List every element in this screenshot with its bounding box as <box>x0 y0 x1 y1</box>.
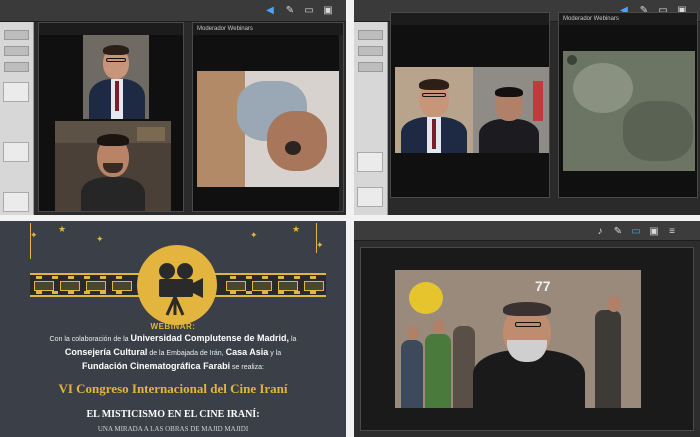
participant-video <box>395 67 549 153</box>
camera-icon[interactable]: ▭ <box>630 226 642 237</box>
sidebar-row[interactable] <box>358 62 383 72</box>
scrollbar[interactable] <box>339 35 343 211</box>
mic-icon[interactable]: ✎ <box>284 5 296 16</box>
sidebar-row[interactable] <box>358 30 383 40</box>
shared-image-hands <box>197 71 341 187</box>
screen-share-icon[interactable]: ▣ <box>648 226 660 237</box>
star-icon: ✦ <box>30 230 38 240</box>
poster-line-3: Fundación Cinematográfica Farabi se real… <box>82 361 264 371</box>
conference-toolbar: ♪ ✎ ▭ ▣ ≡ <box>354 221 700 241</box>
poster-subtitle: EL MISTICISMO EN EL CINE IRANÍ: <box>86 409 260 420</box>
conference-window-top-right: ◀ ✎ ▭ ▣ Moderador Webinars <box>354 0 700 215</box>
pane-title: Moderador Webinars <box>559 13 697 25</box>
moderator-pane: Moderador Webinars <box>192 22 344 212</box>
star-icon: ✦ <box>96 234 104 244</box>
film-camera-icon <box>159 263 203 316</box>
participant-video <box>55 121 171 211</box>
speaker-pane: 77 <box>360 247 694 431</box>
pane-title <box>391 13 549 25</box>
star-icon: ✦ <box>250 230 258 240</box>
menu-icon[interactable]: ≡ <box>666 226 678 237</box>
participants-sidebar <box>354 22 388 215</box>
speaker-icon[interactable]: ◀ <box>264 5 276 16</box>
participant-video <box>83 35 149 119</box>
pane-title <box>39 23 183 35</box>
congress-title: VI Congreso Internacional del Cine Iraní <box>58 381 288 396</box>
camera-pane <box>390 12 550 198</box>
shared-image-landscape <box>563 51 695 171</box>
screen-share-icon[interactable]: ▣ <box>322 5 334 16</box>
participant-video: 77 <box>395 270 641 408</box>
camera-pane <box>38 22 184 212</box>
participants-sidebar <box>0 22 34 215</box>
audio-icon[interactable]: ♪ <box>594 226 606 237</box>
conference-window-top-left: ◀ ✎ ▭ ▣ Moderador Webinars <box>0 0 346 215</box>
sidebar-slot[interactable] <box>3 192 29 212</box>
poster-line-2: Consejería Cultural de la Embajada de Ir… <box>64 347 282 357</box>
pane-title: Moderador Webinars <box>193 23 343 35</box>
webinar-poster: ✦ ★ ✦ ✦ ★ ✦ WEBINAR: Con la colaboración… <box>0 221 346 437</box>
sidebar-slot[interactable] <box>357 187 383 207</box>
poster-line-1: Con la colaboración de la Universidad Co… <box>49 333 297 343</box>
sidebar-row[interactable] <box>358 46 383 56</box>
moderator-pane: Moderador Webinars <box>558 12 698 198</box>
poster-heading: WEBINAR: <box>150 322 196 331</box>
film-camera-logo <box>137 245 217 325</box>
sidebar-row[interactable] <box>4 46 29 56</box>
sidebar-slot[interactable] <box>357 152 383 172</box>
festival-badge: 77 <box>535 278 551 294</box>
sidebar-row[interactable] <box>4 62 29 72</box>
mic-icon[interactable]: ✎ <box>612 226 624 237</box>
star-icon: ★ <box>58 224 67 234</box>
conference-window-bottom-right: ♪ ✎ ▭ ▣ ≡ 77 <box>354 221 700 437</box>
sidebar-slot[interactable] <box>3 82 29 102</box>
star-icon: ✦ <box>316 240 324 250</box>
conference-toolbar: ◀ ✎ ▭ ▣ <box>0 0 346 22</box>
camera-icon[interactable]: ▭ <box>303 5 315 16</box>
sidebar-slot[interactable] <box>3 142 29 162</box>
star-icon: ★ <box>292 224 301 234</box>
sidebar-row[interactable] <box>4 30 29 40</box>
soccer-ball <box>409 282 443 314</box>
poster-subtitle-2: UNA MIRADA A LAS OBRAS DE MAJID MAJIDI <box>97 425 249 433</box>
